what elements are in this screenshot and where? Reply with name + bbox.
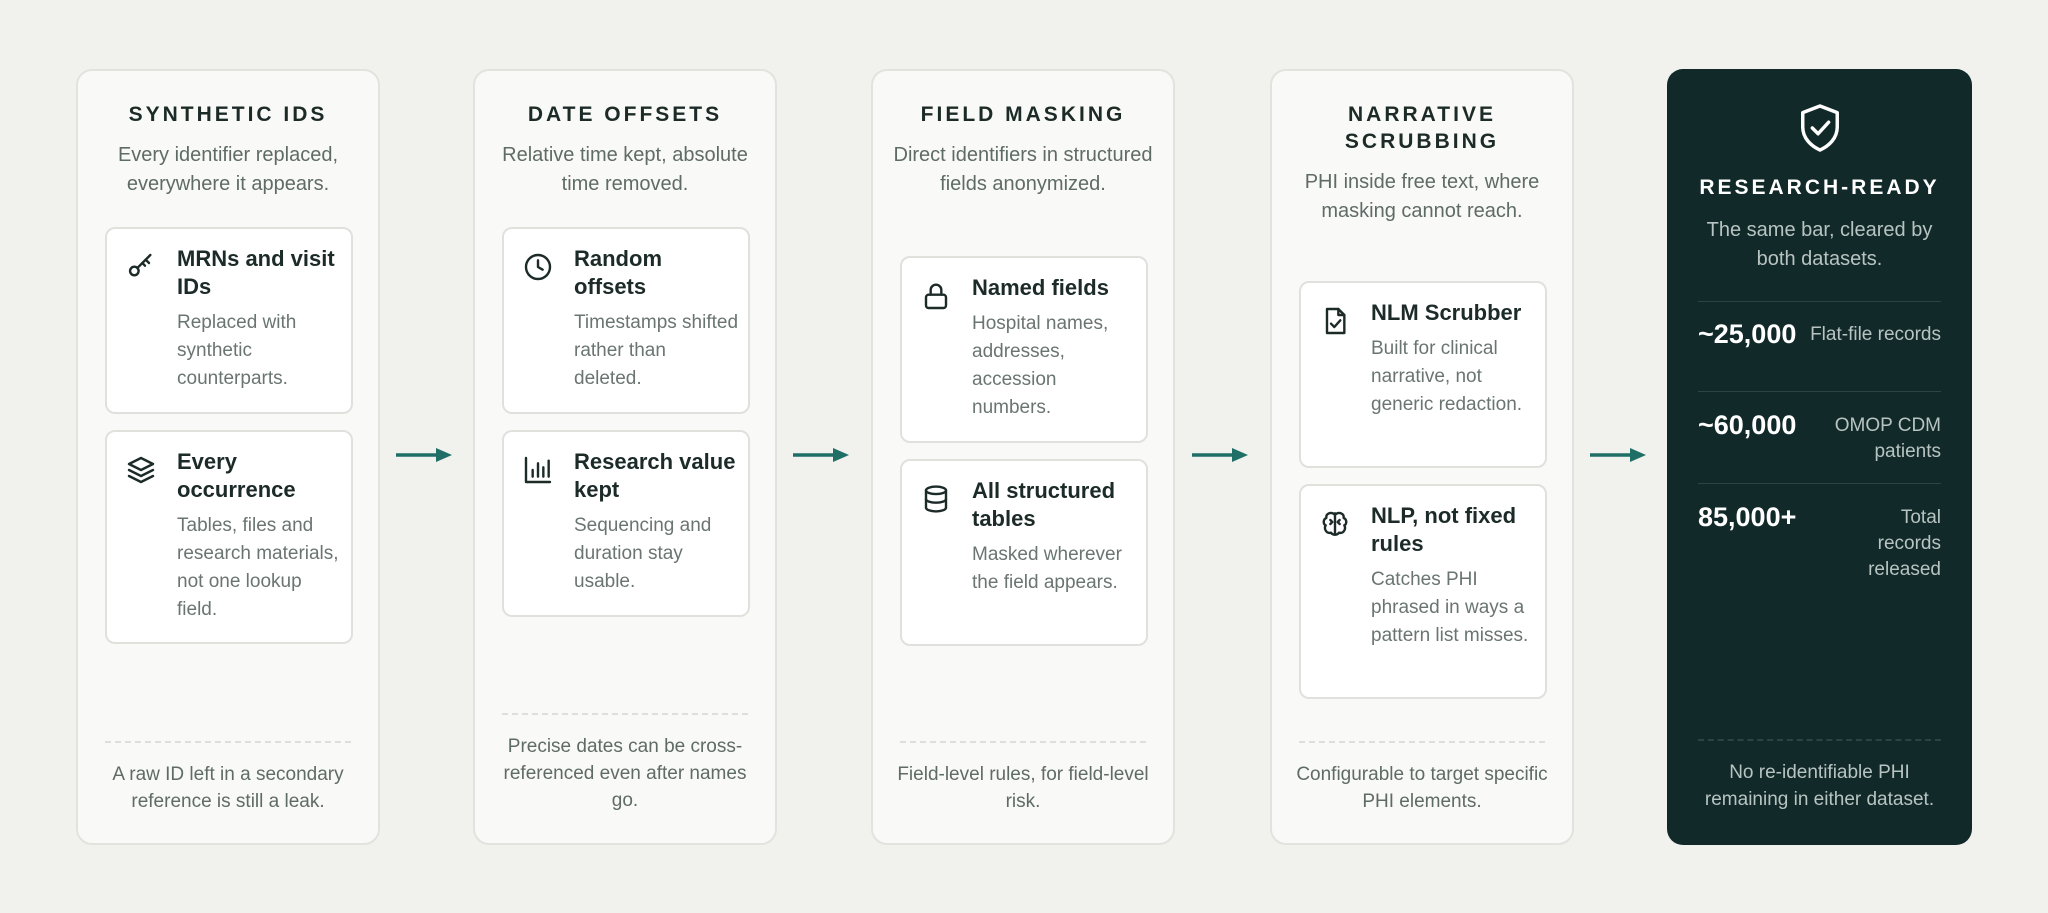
card-title: Research value kept (574, 449, 736, 502)
card-nlm-scrubber: NLM Scrubber Built for clinical narrativ… (1299, 281, 1547, 468)
card-random-offsets: Random offsets Timestamps shifted rather… (502, 227, 750, 414)
card-title: NLM Scrubber (1371, 300, 1522, 325)
stage-subtitle: PHI inside free text, where masking cann… (1304, 171, 1540, 222)
footer-divider (900, 741, 1146, 743)
stage-title: SYNTHETIC IDS (128, 103, 328, 126)
stage-footer: A raw ID left in a secondary reference i… (112, 764, 344, 812)
panel-footer: No re-identifiable PHI remaining in eith… (1704, 762, 1935, 810)
stat-divider (1698, 483, 1941, 484)
stage-footer: Configurable to target specific PHI elem… (1296, 764, 1548, 812)
card-every-occurrence: Every occurrence Tables, files and resea… (105, 430, 353, 644)
card-title: Random offsets (574, 246, 662, 299)
stage-field-masking: FIELD MASKING Direct identifiers in stru… (871, 69, 1175, 845)
lock-icon (920, 280, 952, 312)
flow-arrow-icon (1190, 445, 1250, 465)
stage-title: NARRATIVE SCRUBBING (1344, 103, 1500, 153)
stat-divider (1698, 391, 1941, 392)
card-title: MRNs and visit IDs (177, 246, 335, 299)
stat-label: Total records released (1868, 507, 1941, 580)
bar-chart-icon (522, 454, 554, 486)
footer-divider (105, 741, 351, 743)
card-title: All structured tables (972, 478, 1116, 531)
card-title: Named fields (972, 275, 1109, 300)
flow-arrow-icon (394, 445, 454, 465)
stat-value: 85,000+ (1698, 502, 1797, 532)
card-description: Replaced with synthetic counterparts. (177, 312, 297, 389)
card-mrns-visit-ids: MRNs and visit IDs Replaced with synthet… (105, 227, 353, 414)
card-nlp-not-fixed-rules: NLP, not fixed rules Catches PHI phrased… (1299, 484, 1547, 699)
shield-check-icon (1797, 102, 1843, 154)
stat-divider (1698, 301, 1941, 302)
card-title: NLP, not fixed rules (1371, 503, 1517, 556)
card-description: Catches PHI phrased in ways a pattern li… (1371, 569, 1529, 646)
stat-label: Flat-file records (1810, 324, 1941, 345)
stage-title: FIELD MASKING (920, 103, 1126, 126)
layers-icon (125, 454, 157, 486)
flow-arrow-icon (1588, 445, 1648, 465)
panel-subtitle: The same bar, cleared by both datasets. (1706, 219, 1933, 270)
card-title: Every occurrence (177, 449, 296, 502)
stage-date-offsets: DATE OFFSETS Relative time kept, absolut… (473, 69, 777, 845)
footer-divider (1698, 739, 1941, 741)
stage-synthetic-ids: SYNTHETIC IDS Every identifier replaced,… (76, 69, 380, 845)
panel-title: RESEARCH-READY (1699, 176, 1940, 199)
card-description: Masked wherever the field appears. (972, 544, 1122, 593)
stage-narrative-scrubbing: NARRATIVE SCRUBBING PHI inside free text… (1270, 69, 1574, 845)
research-ready-panel: RESEARCH-READY The same bar, cleared by … (1667, 69, 1972, 845)
stat-value: ~60,000 (1698, 410, 1797, 440)
flow-arrow-icon (791, 445, 851, 465)
card-description: Timestamps shifted rather than deleted. (574, 312, 739, 389)
stage-title: DATE OFFSETS (527, 103, 723, 126)
file-check-icon (1319, 305, 1351, 337)
stage-subtitle: Direct identifiers in structured fields … (893, 144, 1153, 195)
database-icon (920, 483, 952, 515)
key-icon (125, 251, 157, 283)
stage-subtitle: Relative time kept, absolute time remove… (502, 144, 748, 195)
footer-divider (502, 713, 748, 715)
brain-icon (1319, 508, 1351, 540)
card-named-fields: Named fields Hospital names, addresses, … (900, 256, 1148, 443)
card-description: Hospital names, addresses, accession num… (972, 313, 1109, 418)
card-description: Tables, files and research materials, no… (177, 515, 339, 620)
footer-divider (1299, 741, 1545, 743)
clock-icon (522, 251, 554, 283)
card-all-structured-tables: All structured tables Masked wherever th… (900, 459, 1148, 646)
card-description: Built for clinical narrative, not generi… (1371, 338, 1523, 415)
card-research-value-kept: Research value kept Sequencing and durat… (502, 430, 750, 617)
stage-footer: Field-level rules, for field-level risk. (897, 764, 1149, 812)
card-description: Sequencing and duration stay usable. (574, 515, 712, 592)
stage-subtitle: Every identifier replaced, everywhere it… (117, 144, 339, 195)
stat-label: OMOP CDM patients (1834, 415, 1941, 462)
stat-value: ~25,000 (1698, 319, 1797, 349)
stage-footer: Precise dates can be cross-referenced ev… (503, 736, 747, 811)
